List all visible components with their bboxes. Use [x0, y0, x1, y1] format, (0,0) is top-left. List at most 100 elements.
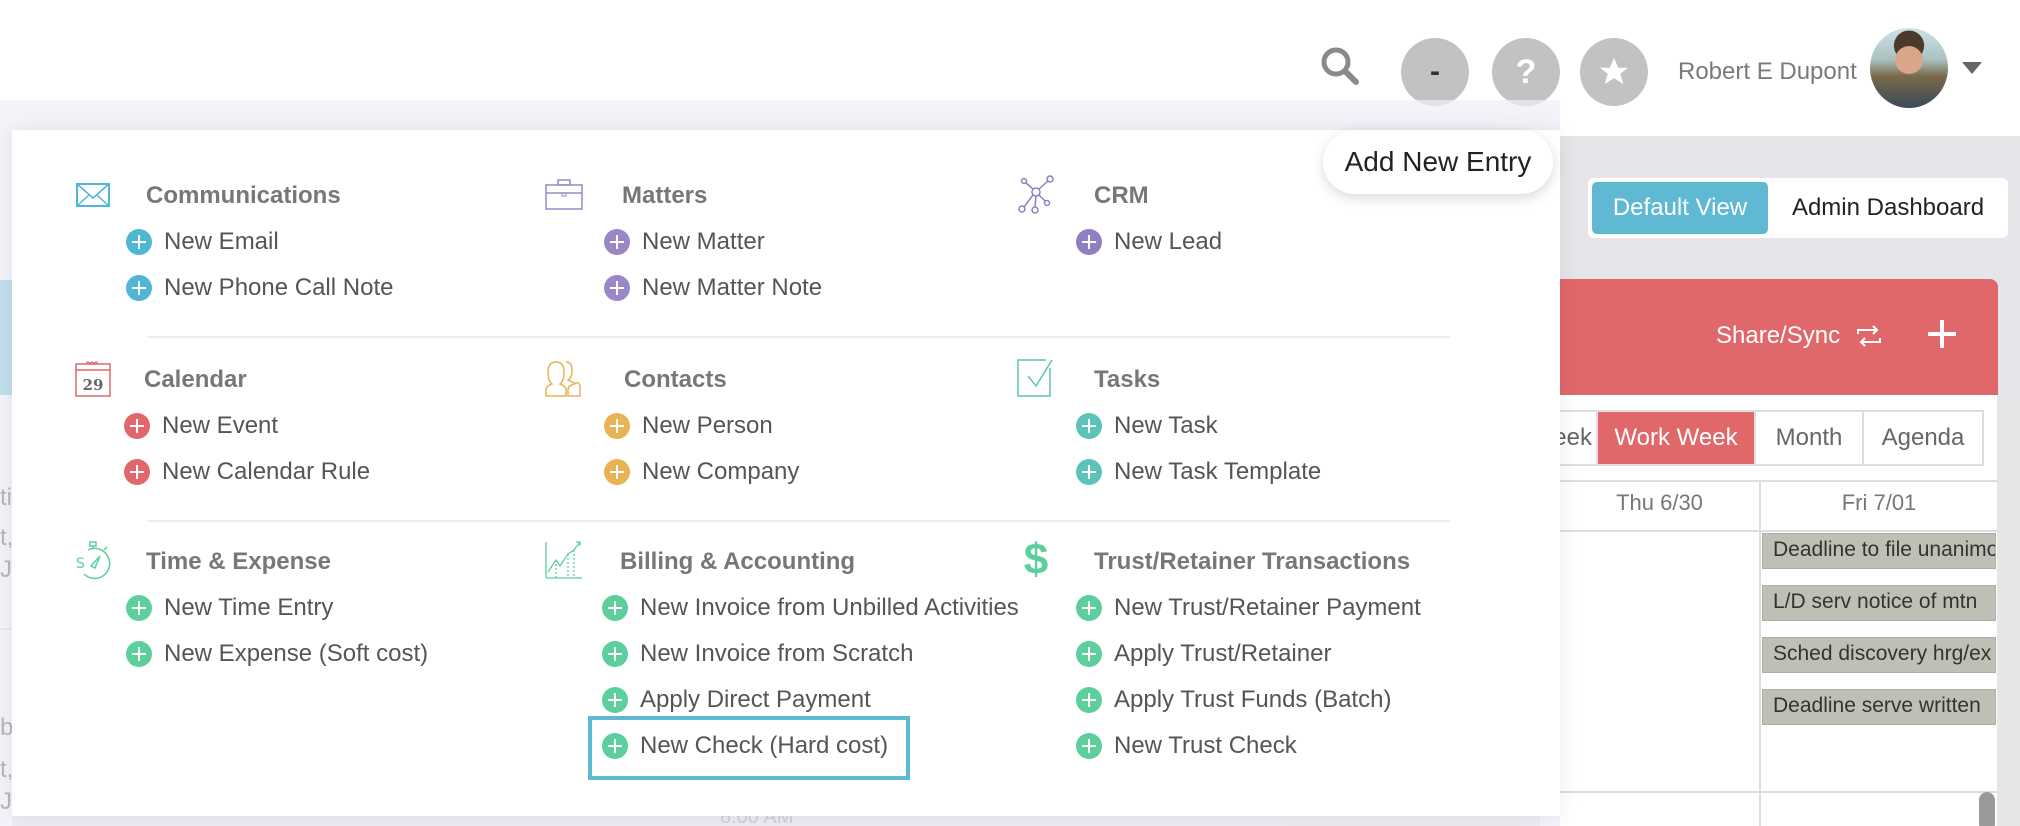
menu-item-label: New Lead — [1114, 228, 1223, 255]
menu-item-label: New Event — [162, 412, 279, 439]
section-divider — [148, 336, 1450, 338]
default-view-button[interactable]: Default View — [1592, 182, 1768, 234]
plus-circle-icon — [1076, 687, 1102, 713]
menu-item-apply-trust-funds-batch[interactable]: Apply Trust Funds (Batch) — [1076, 686, 1391, 714]
menu-item-new-matter[interactable]: New Matter — [604, 228, 765, 256]
menu-item-new-matter-note[interactable]: New Matter Note — [604, 274, 822, 302]
day-header-fri[interactable]: Fri 7/01 — [1761, 490, 1997, 516]
menu-item-label: New Phone Call Note — [164, 274, 394, 301]
add-new-entry-button[interactable]: - — [1401, 38, 1469, 106]
calendar-view-tabs: Week Work Week Month Agenda — [1540, 410, 1984, 466]
menu-item-label: New Invoice from Unbilled Activities — [640, 594, 1019, 621]
calendar-gridline — [1540, 480, 1998, 482]
menu-item-new-person[interactable]: New Person — [604, 412, 773, 440]
plus-circle-icon — [604, 229, 630, 255]
menu-item-label: New Time Entry — [164, 594, 334, 621]
dashboard-view-switch: Default View Admin Dashboard — [1588, 178, 2008, 238]
section-title: Calendar — [144, 366, 247, 393]
section-title: Time & Expense — [146, 548, 331, 575]
plus-circle-icon — [602, 687, 628, 713]
menu-item-apply-trust-retainer[interactable]: Apply Trust/Retainer — [1076, 640, 1331, 668]
svg-text:29: 29 — [83, 376, 104, 394]
menu-item-label: Apply Direct Payment — [640, 686, 871, 713]
admin-dashboard-button[interactable]: Admin Dashboard — [1774, 182, 2002, 234]
people-icon — [545, 361, 581, 397]
share-sync-button[interactable]: Share/Sync — [1716, 322, 1840, 350]
menu-item-new-phone-call-note[interactable]: New Phone Call Note — [126, 274, 393, 302]
add-new-entry-menu: Communications New Email New Phone Call … — [12, 130, 1560, 816]
menu-item-new-expense[interactable]: New Expense (Soft cost) — [126, 640, 428, 668]
star-icon — [1599, 57, 1629, 85]
calendar-event[interactable]: Deadline to file unanimous — [1762, 533, 1996, 569]
plus-circle-icon — [602, 595, 628, 621]
section-title: Matters — [622, 182, 708, 209]
menu-item-new-invoice-unbilled[interactable]: New Invoice from Unbilled Activities — [602, 594, 1019, 622]
plus-circle-icon — [126, 275, 152, 301]
plus-circle-icon — [1076, 459, 1102, 485]
menu-item-new-task-template[interactable]: New Task Template — [1076, 458, 1321, 486]
plus-circle-icon — [1076, 595, 1102, 621]
plus-circle-icon — [1076, 733, 1102, 759]
user-name[interactable]: Robert E Dupont — [1678, 58, 1857, 86]
menu-item-new-trust-payment[interactable]: New Trust/Retainer Payment — [1076, 594, 1421, 622]
day-header-thu[interactable]: Thu 6/30 — [1560, 490, 1759, 516]
tab-work-week[interactable]: Work Week — [1598, 412, 1756, 464]
checkbox-icon — [1017, 359, 1053, 397]
plus-circle-icon — [1076, 413, 1102, 439]
plus-circle-icon — [124, 413, 150, 439]
menu-item-new-company[interactable]: New Company — [604, 458, 799, 486]
calendar-icon: 29 — [75, 361, 111, 397]
menu-item-label: New Trust Check — [1114, 732, 1297, 759]
plus-circle-icon — [1076, 229, 1102, 255]
menu-item-apply-direct-payment[interactable]: Apply Direct Payment — [602, 686, 871, 714]
menu-item-new-trust-check[interactable]: New Trust Check — [1076, 732, 1297, 760]
growth-chart-icon — [545, 541, 582, 579]
menu-item-label: New Task — [1114, 412, 1218, 439]
plus-circle-icon — [604, 459, 630, 485]
menu-item-label: New Matter Note — [642, 274, 823, 301]
briefcase-icon — [545, 179, 583, 210]
caret-down-icon[interactable] — [1962, 62, 1982, 74]
menu-item-label: New Matter — [642, 228, 765, 255]
menu-item-new-calendar-rule[interactable]: New Calendar Rule — [124, 458, 370, 486]
menu-item-label: New Company — [642, 458, 800, 485]
section-title: Communications — [146, 182, 341, 209]
menu-item-label: New Calendar Rule — [162, 458, 371, 485]
calendar-gridline — [1540, 530, 1998, 532]
add-event-icon[interactable] — [1926, 318, 1958, 350]
sync-icon[interactable] — [1854, 324, 1884, 348]
menu-item-new-time-entry[interactable]: New Time Entry — [126, 594, 333, 622]
menu-item-new-email[interactable]: New Email — [126, 228, 279, 256]
menu-item-new-lead[interactable]: New Lead — [1076, 228, 1222, 256]
plus-circle-icon — [124, 459, 150, 485]
add-new-entry-tooltip: Add New Entry — [1323, 130, 1553, 194]
menu-item-new-event[interactable]: New Event — [124, 412, 278, 440]
menu-item-label: New Invoice from Scratch — [640, 640, 914, 667]
plus-circle-icon — [126, 595, 152, 621]
calendar-event[interactable]: Sched discovery hrg/ex — [1762, 637, 1996, 673]
menu-item-new-task[interactable]: New Task — [1076, 412, 1218, 440]
tab-month[interactable]: Month — [1756, 412, 1864, 464]
highlight-box — [588, 716, 910, 780]
calendar-event[interactable]: L/D serv notice of mtn — [1762, 585, 1996, 621]
calendar-scrollbar[interactable] — [1997, 395, 2020, 826]
plus-circle-icon — [126, 641, 152, 667]
menu-item-label: New Task Template — [1114, 458, 1322, 485]
section-title: Trust/Retainer Transactions — [1094, 548, 1411, 575]
menu-item-new-invoice-scratch[interactable]: New Invoice from Scratch — [602, 640, 913, 668]
search-icon[interactable] — [1318, 44, 1362, 88]
calendar-scroll-thumb[interactable] — [1979, 792, 1995, 826]
section-title: CRM — [1094, 182, 1149, 209]
menu-item-label: Apply Trust/Retainer — [1114, 640, 1332, 667]
menu-item-label: New Person — [642, 412, 773, 439]
calendar-event[interactable]: Deadline serve written — [1762, 689, 1996, 725]
section-title: Billing & Accounting — [620, 548, 856, 575]
svg-text:S: S — [76, 556, 85, 572]
menu-item-label: New Email — [164, 228, 279, 255]
favorites-button[interactable] — [1580, 38, 1648, 106]
avatar[interactable] — [1870, 28, 1948, 108]
help-button[interactable]: ? — [1492, 38, 1560, 106]
plus-circle-icon — [604, 275, 630, 301]
calendar-gridline — [1540, 791, 1998, 793]
tab-agenda[interactable]: Agenda — [1864, 412, 1982, 464]
